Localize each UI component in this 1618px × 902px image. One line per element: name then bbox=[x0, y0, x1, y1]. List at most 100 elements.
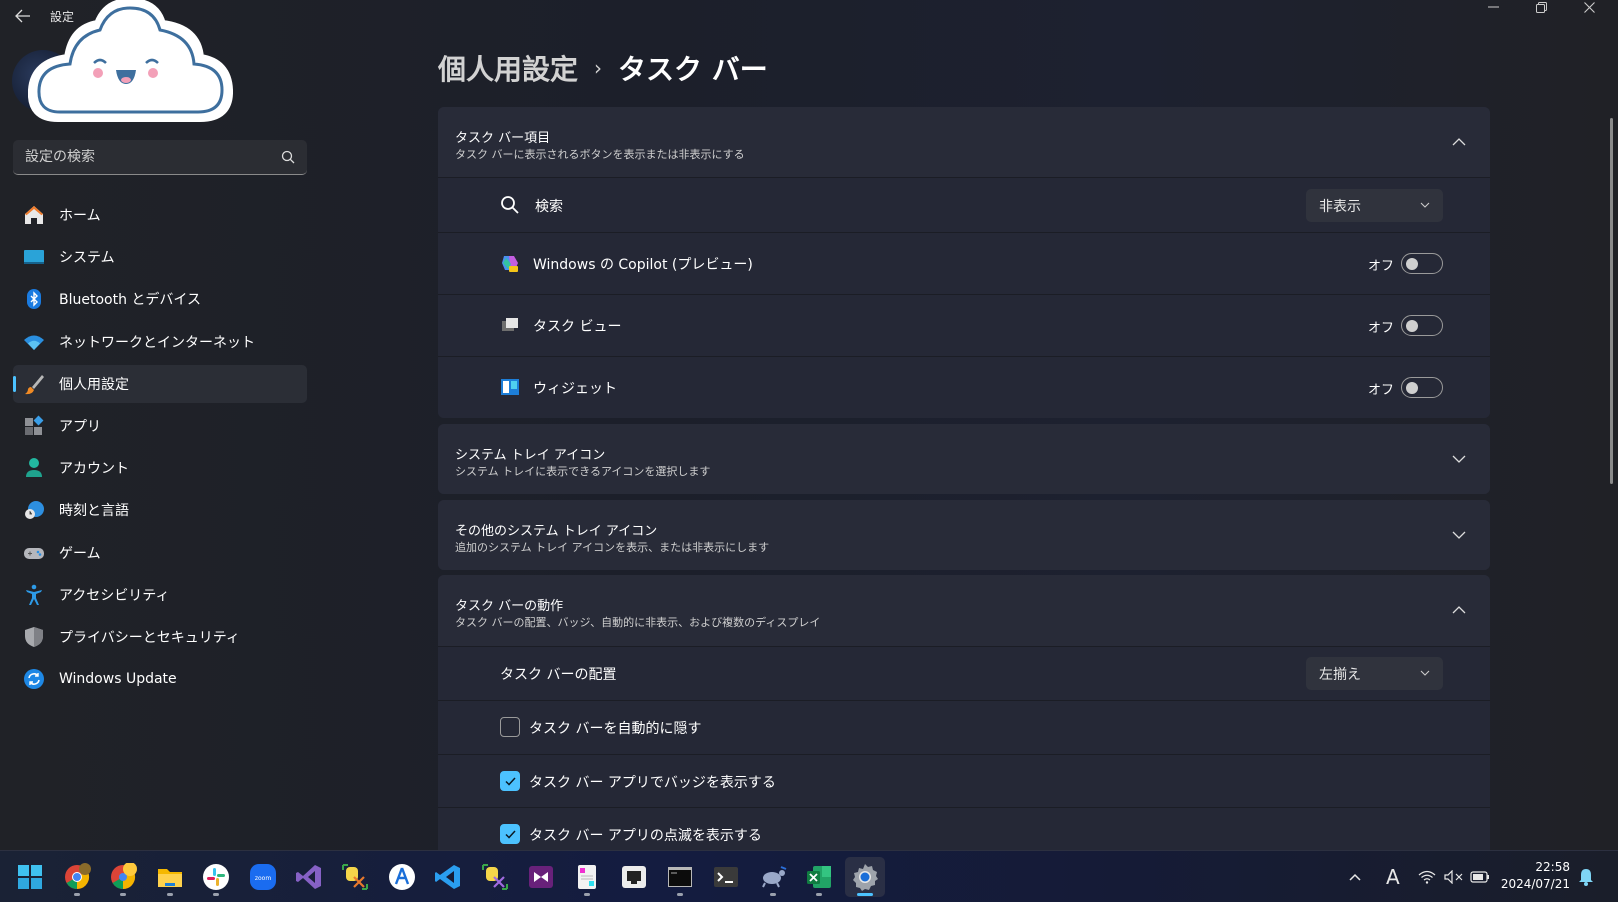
widgets-icon bbox=[501, 379, 519, 395]
close-button[interactable] bbox=[1566, 0, 1612, 14]
taskbar-command-prompt[interactable] bbox=[660, 857, 700, 897]
sidebar-item-home[interactable]: ホーム bbox=[13, 196, 307, 234]
running-indicator bbox=[770, 893, 776, 896]
alignment-value: 左揃え bbox=[1319, 666, 1361, 683]
taskbar-tortoise[interactable] bbox=[753, 857, 793, 897]
sidebar-item-system[interactable]: システム bbox=[13, 238, 307, 276]
cloud-sticker-icon bbox=[28, 0, 233, 122]
taskbar-terminal[interactable] bbox=[706, 857, 746, 897]
clock-time: 22:58 bbox=[1535, 860, 1570, 874]
close-icon bbox=[1583, 1, 1595, 13]
chevron-up-icon[interactable] bbox=[1452, 603, 1466, 617]
alignment-dropdown[interactable]: 左揃え bbox=[1306, 657, 1443, 690]
taskbar-items-header[interactable]: タスク バー項目 タスク バーに表示されるボタンを表示または非表示にする bbox=[438, 107, 1490, 177]
search-icon[interactable] bbox=[281, 150, 295, 164]
vertical-scrollbar[interactable] bbox=[1610, 118, 1613, 484]
notification-center-button[interactable] bbox=[1578, 851, 1594, 902]
ime-indicator[interactable]: A bbox=[1386, 851, 1400, 902]
taskbar-vscode[interactable] bbox=[428, 857, 468, 897]
taskbar-notepad[interactable] bbox=[567, 857, 607, 897]
accessibility-icon bbox=[23, 584, 45, 606]
taskbar-file-explorer[interactable] bbox=[150, 857, 190, 897]
taskbar-network-tool[interactable] bbox=[614, 857, 654, 897]
taskbar-visual-studio[interactable] bbox=[289, 857, 329, 897]
taskbar-chrome-profile-2[interactable] bbox=[103, 857, 143, 897]
sidebar-item-apps[interactable]: アプリ bbox=[13, 407, 307, 445]
system-tray-icons-section[interactable]: システム トレイ アイコン システム トレイに表示できるアイコンを選択します bbox=[438, 424, 1490, 494]
taskbar-chrome[interactable] bbox=[57, 857, 97, 897]
taskbar-db-tool[interactable] bbox=[335, 857, 375, 897]
battery-status[interactable] bbox=[1470, 851, 1490, 902]
section-title: その他のシステム トレイ アイコン bbox=[455, 524, 658, 539]
section-title: タスク バーの動作 bbox=[455, 599, 564, 614]
battery-icon bbox=[1470, 871, 1489, 883]
copilot-toggle[interactable] bbox=[1401, 253, 1443, 274]
database-tool-icon bbox=[342, 864, 368, 890]
chrome-icon bbox=[111, 863, 137, 889]
search-mode-dropdown[interactable]: 非表示 bbox=[1306, 189, 1443, 222]
sidebar-item-windows-update[interactable]: Windows Update bbox=[13, 660, 307, 698]
home-icon bbox=[23, 204, 45, 226]
search-setting-row: 検索 非表示 bbox=[438, 177, 1490, 232]
chevron-down-icon bbox=[1420, 670, 1430, 676]
sidebar-item-gaming[interactable]: ゲーム bbox=[13, 534, 307, 572]
chevron-up-icon[interactable] bbox=[1452, 135, 1466, 149]
sidebar-item-personalization[interactable]: 個人用設定 bbox=[13, 364, 307, 403]
network-status[interactable] bbox=[1418, 851, 1436, 902]
badges-checkbox[interactable] bbox=[500, 771, 520, 791]
slack-icon bbox=[203, 864, 229, 890]
checkmark-icon bbox=[505, 830, 516, 839]
copilot-setting-row: Windows の Copilot (プレビュー) オフ bbox=[438, 232, 1490, 294]
vscode-icon bbox=[435, 865, 460, 889]
sidebar-nav: ホーム システム Bluetooth とデバイス ネットワークとインターネット … bbox=[13, 196, 307, 702]
widgets-toggle-state: オフ bbox=[1368, 383, 1395, 398]
widgets-toggle[interactable] bbox=[1401, 377, 1443, 398]
minimize-button[interactable] bbox=[1470, 0, 1516, 14]
autohide-checkbox[interactable] bbox=[500, 717, 520, 737]
settings-search-input[interactable] bbox=[25, 149, 265, 165]
folder-icon bbox=[158, 869, 182, 887]
restore-button[interactable] bbox=[1518, 0, 1564, 14]
sidebar-item-label: アカウント bbox=[59, 461, 129, 478]
sidebar-item-label: ホーム bbox=[59, 208, 101, 224]
command-prompt-icon bbox=[668, 867, 692, 887]
terminal-icon bbox=[714, 867, 738, 887]
volume-status[interactable] bbox=[1444, 851, 1464, 902]
shield-icon bbox=[23, 626, 45, 648]
other-tray-icons-section[interactable]: その他のシステム トレイ アイコン 追加のシステム トレイ アイコンを表示、また… bbox=[438, 500, 1490, 570]
other-tray-icons-header[interactable]: その他のシステム トレイ アイコン 追加のシステム トレイ アイコンを表示、また… bbox=[438, 500, 1490, 570]
wifi-icon bbox=[1418, 870, 1436, 884]
running-indicator bbox=[816, 893, 822, 896]
section-description: 追加のシステム トレイ アイコンを表示、または非表示にします bbox=[455, 541, 770, 554]
taskbar-visual-studio-preview[interactable] bbox=[521, 857, 561, 897]
alignment-setting-label: タスク バーの配置 bbox=[500, 667, 617, 683]
sidebar-item-network[interactable]: ネットワークとインターネット bbox=[13, 323, 307, 361]
sidebar-item-privacy[interactable]: プライバシーとセキュリティ bbox=[13, 618, 307, 656]
show-hidden-icons-button[interactable] bbox=[1348, 851, 1362, 902]
chevron-down-icon[interactable] bbox=[1452, 528, 1466, 542]
sidebar-item-label: ネットワークとインターネット bbox=[59, 334, 255, 351]
sidebar-item-time-language[interactable]: 時刻と言語 bbox=[13, 491, 307, 529]
chevron-down-icon[interactable] bbox=[1452, 452, 1466, 466]
taskbar-behaviors-header[interactable]: タスク バーの動作 タスク バーの配置、バッジ、自動的に非表示、および複数のディ… bbox=[438, 575, 1490, 646]
start-button[interactable] bbox=[10, 857, 50, 897]
settings-search[interactable] bbox=[13, 140, 307, 175]
widgets-setting-row: ウィジェット オフ bbox=[438, 356, 1490, 418]
taskbar-clock[interactable]: 22:58 2024/07/21 bbox=[1500, 859, 1570, 893]
sidebar-item-label: ゲーム bbox=[59, 545, 101, 562]
taskbar-zoom[interactable]: zoom bbox=[243, 857, 283, 897]
windows-logo-icon bbox=[18, 865, 42, 889]
system-tray-icons-header[interactable]: システム トレイ アイコン システム トレイに表示できるアイコンを選択します bbox=[438, 424, 1490, 494]
taskbar-db-tool-2[interactable] bbox=[475, 857, 515, 897]
taskbar-android-studio[interactable] bbox=[382, 857, 422, 897]
sidebar-item-accessibility[interactable]: アクセシビリティ bbox=[13, 576, 307, 614]
taskbar-slack[interactable] bbox=[196, 857, 236, 897]
flashing-checkbox[interactable] bbox=[500, 824, 520, 844]
taskbar-excel[interactable] bbox=[799, 857, 839, 897]
taskbar-settings[interactable] bbox=[845, 857, 885, 897]
sidebar-item-bluetooth[interactable]: Bluetooth とデバイス bbox=[13, 280, 307, 318]
sidebar-item-label: システム bbox=[59, 250, 115, 267]
sidebar-item-accounts[interactable]: アカウント bbox=[13, 449, 307, 487]
breadcrumb-parent-link[interactable]: 個人用設定 bbox=[438, 48, 578, 88]
taskview-toggle[interactable] bbox=[1401, 315, 1443, 336]
